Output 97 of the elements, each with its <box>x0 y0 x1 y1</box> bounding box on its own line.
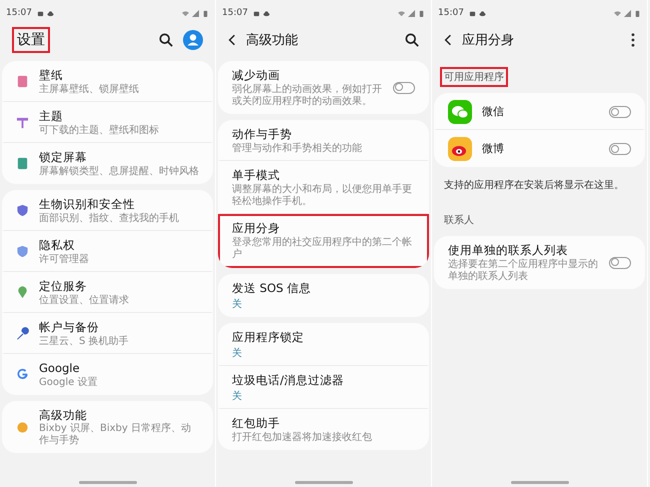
settings-item[interactable]: 发送 SOS 信息 关 <box>218 274 429 317</box>
settings-item[interactable]: 减少动画 弱化屏幕上的动画效果，例如打开或关闭应用程序时的动画效果。 <box>218 61 429 114</box>
item-subtitle: 三星云、S 换机助手 <box>39 336 130 348</box>
search-icon[interactable] <box>405 33 419 47</box>
notification-icon <box>36 10 44 16</box>
item-status: 关 <box>232 346 243 360</box>
item-title: 垃圾电话/消息过滤器 <box>232 372 345 388</box>
item-subtitle: 弱化屏幕上的动画效果，例如打开或关闭应用程序时的动画效果。 <box>232 84 383 108</box>
item-title: 生物识别和安全性 <box>39 196 136 212</box>
item-subtitle: 登录您常用的社交应用程序中的第二个帐户 <box>232 236 413 261</box>
item-title: 减少动画 <box>232 68 281 83</box>
home-handle[interactable] <box>78 480 136 484</box>
item-subtitle: 打开红包加速器将加速接收红包 <box>232 432 373 444</box>
item-title: 动作与手势 <box>232 126 293 142</box>
item-subtitle: Bixby 识屏、Bixby 日常程序、动作与手势 <box>39 423 192 448</box>
item-title: 微信 <box>482 104 504 120</box>
item-subtitle: 位置设置、位置请求 <box>39 294 130 307</box>
settings-item[interactable]: 定位服务 位置设置、位置请求 <box>2 272 213 313</box>
item-title: 帐户与备份 <box>39 320 100 335</box>
battery-icon <box>418 10 425 16</box>
settings-item[interactable]: 微博 <box>434 130 645 167</box>
battery-icon <box>202 10 209 16</box>
status-time: 15:07 <box>6 8 32 18</box>
cloud-icon <box>478 10 486 16</box>
settings-item[interactable]: 单手模式 调整屏幕的大小和布局，以便您用单手更轻松地操作手机。 <box>218 160 429 214</box>
section-header: 联系人 <box>443 214 475 228</box>
signal-icon <box>408 10 415 16</box>
item-title: 定位服务 <box>39 278 88 294</box>
status-time: 15:07 <box>438 8 464 18</box>
item-title: 单手模式 <box>232 168 281 183</box>
item-title: Google <box>39 360 81 376</box>
settings-item[interactable]: 高级功能 Bixby 识屏、Bixby 日常程序、动作与手势 <box>2 400 213 454</box>
settings-item[interactable]: 动作与手势 管理与动作和手势相关的功能 <box>218 120 429 161</box>
wifi-icon <box>398 10 405 16</box>
item-status: 关 <box>232 390 243 403</box>
item-subtitle: 屏幕解锁类型、息屏提醒、时钟风格 <box>39 166 199 178</box>
cloud-icon <box>46 10 54 16</box>
item-subtitle: 许可管理器 <box>39 254 90 266</box>
settings-item[interactable]: 帐户与备份 三星云、S 换机助手 <box>2 312 213 354</box>
more-icon[interactable] <box>631 33 635 47</box>
toggle-switch[interactable] <box>609 143 631 155</box>
home-handle[interactable] <box>510 480 568 484</box>
item-subtitle: Google 设置 <box>39 376 98 388</box>
item-title: 高级功能 <box>39 408 88 422</box>
signal-icon <box>192 10 199 16</box>
item-subtitle: 管理与动作和手势相关的功能 <box>232 142 363 155</box>
status-time: 15:07 <box>222 8 248 18</box>
settings-item[interactable]: 主题 可下载的主题、壁纸和图标 <box>2 102 213 143</box>
item-title: 隐私权 <box>39 238 76 253</box>
settings-item[interactable]: 应用分身 登录您常用的社交应用程序中的第二个帐户 <box>218 214 429 268</box>
item-title: 壁纸 <box>39 68 64 83</box>
back-icon[interactable] <box>444 34 452 46</box>
item-title: 使用单独的联系人列表 <box>448 243 569 258</box>
home-handle[interactable] <box>294 480 352 484</box>
item-title: 红包助手 <box>232 416 281 430</box>
search-icon[interactable] <box>159 33 173 47</box>
item-subtitle: 可下载的主题、壁纸和图标 <box>39 124 160 137</box>
settings-item[interactable]: 红包助手 打开红包加速器将加速接收红包 <box>218 408 429 450</box>
wifi-icon <box>182 10 189 16</box>
item-subtitle: 选择要在第二个应用程序中显示的单独的联系人列表 <box>448 258 599 283</box>
settings-item[interactable]: 使用单独的联系人列表 选择要在第二个应用程序中显示的单独的联系人列表 <box>434 236 645 289</box>
cloud-icon <box>262 10 270 16</box>
battery-icon <box>634 10 641 16</box>
notification-icon <box>252 10 260 16</box>
settings-item[interactable]: 生物识别和安全性 面部识别、指纹、查找我的手机 <box>2 190 213 231</box>
item-title: 发送 SOS 信息 <box>232 280 312 296</box>
item-title: 主题 <box>39 108 64 124</box>
eye-app-icon <box>448 137 472 161</box>
item-subtitle: 主屏幕壁纸、锁屏壁纸 <box>39 84 140 96</box>
chat-app-icon <box>448 100 472 124</box>
notification-icon <box>468 10 476 16</box>
info-text: 支持的应用程序在安装后将显示在这里。 <box>444 179 625 192</box>
avatar-icon[interactable] <box>183 30 203 50</box>
item-title: 锁定屏幕 <box>39 150 88 165</box>
page-title: 高级功能 <box>246 32 298 49</box>
page-title: 应用分身 <box>462 32 514 49</box>
settings-item[interactable]: 垃圾电话/消息过滤器 关 <box>218 366 429 409</box>
item-title: 应用分身 <box>232 220 281 236</box>
toggle-switch[interactable] <box>609 256 631 269</box>
item-title: 微博 <box>482 142 504 156</box>
settings-item[interactable]: 应用程序锁定 关 <box>218 322 429 366</box>
settings-item[interactable]: 隐私权 许可管理器 <box>2 230 213 272</box>
section-header: 可用应用程序 <box>440 67 508 87</box>
settings-item[interactable]: 微信 <box>434 93 645 130</box>
settings-item[interactable]: 壁纸 主屏幕壁纸、锁屏壁纸 <box>2 61 213 102</box>
signal-icon <box>624 10 631 16</box>
item-subtitle: 面部识别、指纹、查找我的手机 <box>39 212 180 225</box>
toggle-switch[interactable] <box>609 106 631 118</box>
settings-item[interactable]: Google Google 设置 <box>2 354 213 394</box>
item-subtitle: 调整屏幕的大小和布局，以便您用单手更轻松地操作手机。 <box>232 184 413 208</box>
settings-item[interactable]: 锁定屏幕 屏幕解锁类型、息屏提醒、时钟风格 <box>2 142 213 184</box>
wifi-icon <box>614 10 621 16</box>
page-title: 设置 <box>12 27 50 53</box>
item-status: 关 <box>232 298 243 311</box>
toggle-switch[interactable] <box>393 82 415 94</box>
back-icon[interactable] <box>228 34 236 46</box>
item-title: 应用程序锁定 <box>232 330 305 345</box>
